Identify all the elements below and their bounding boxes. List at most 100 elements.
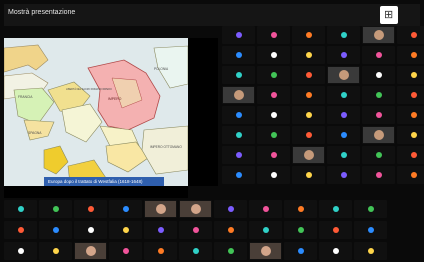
participant-tile[interactable] — [319, 221, 352, 239]
participant-tile[interactable] — [39, 221, 72, 239]
participant-tile[interactable] — [354, 200, 387, 218]
participant-tile[interactable] — [109, 200, 142, 218]
avatar-circle — [410, 112, 417, 118]
map-label-4: LIBERTÀ DEL SACRO ROMANO IMPERO — [66, 88, 112, 91]
participant-tile[interactable] — [397, 106, 424, 124]
participant-tile[interactable] — [222, 26, 255, 44]
participant-face — [234, 90, 244, 100]
participant-tile[interactable] — [222, 86, 255, 104]
participant-tile[interactable] — [354, 242, 387, 260]
participant-tile[interactable] — [179, 200, 212, 218]
participant-tile[interactable] — [179, 242, 212, 260]
shared-screen[interactable]: FRANCIA SPAGNA IMPERO POLONIA LIBERTÀ DE… — [4, 38, 188, 186]
participant-tile[interactable] — [292, 126, 325, 144]
participant-tile[interactable] — [292, 106, 325, 124]
participant-tile[interactable] — [257, 46, 290, 64]
participant-tile[interactable] — [74, 221, 107, 239]
participant-tile[interactable] — [327, 126, 360, 144]
participant-video — [75, 243, 106, 259]
participant-tile[interactable] — [319, 200, 352, 218]
participant-tile[interactable] — [327, 86, 360, 104]
participant-tile[interactable] — [4, 242, 37, 260]
participant-tile[interactable] — [362, 126, 395, 144]
participant-tile[interactable] — [319, 242, 352, 260]
participant-tile[interactable] — [144, 221, 177, 239]
participant-tile[interactable] — [292, 166, 325, 184]
participant-tile[interactable] — [39, 242, 72, 260]
participant-tile[interactable] — [214, 242, 247, 260]
participant-tile[interactable] — [144, 200, 177, 218]
participant-tile[interactable] — [397, 26, 424, 44]
avatar-circle — [270, 172, 277, 178]
avatar-circle — [367, 248, 374, 254]
participant-tile[interactable] — [179, 221, 212, 239]
participant-tile[interactable] — [284, 200, 317, 218]
avatar-circle — [235, 152, 242, 158]
participant-tile[interactable] — [327, 166, 360, 184]
participant-tile[interactable] — [257, 106, 290, 124]
participant-tile[interactable] — [109, 242, 142, 260]
participant-tile[interactable] — [362, 146, 395, 164]
participant-tile[interactable] — [327, 106, 360, 124]
avatar-circle — [227, 227, 234, 233]
avatar-circle — [270, 112, 277, 118]
avatar-circle — [305, 92, 312, 98]
participant-tile[interactable] — [214, 200, 247, 218]
participant-tile[interactable] — [284, 221, 317, 239]
participant-tile[interactable] — [292, 46, 325, 64]
participant-tile[interactable] — [257, 166, 290, 184]
participant-tile[interactable] — [222, 66, 255, 84]
participant-tile[interactable] — [292, 26, 325, 44]
participant-tile[interactable] — [222, 106, 255, 124]
participant-tile[interactable] — [362, 26, 395, 44]
participant-tile[interactable] — [4, 200, 37, 218]
participant-tile[interactable] — [249, 221, 282, 239]
participant-tile[interactable] — [397, 46, 424, 64]
participant-tile[interactable] — [249, 242, 282, 260]
participant-tile[interactable] — [397, 146, 424, 164]
participant-tile[interactable] — [397, 66, 424, 84]
participant-tile[interactable] — [354, 221, 387, 239]
participant-tile[interactable] — [362, 86, 395, 104]
participant-tile[interactable] — [144, 242, 177, 260]
participant-tile[interactable] — [327, 26, 360, 44]
participant-tile[interactable] — [284, 242, 317, 260]
participant-tile[interactable] — [327, 66, 360, 84]
participant-tile[interactable] — [39, 200, 72, 218]
participant-tile[interactable] — [327, 46, 360, 64]
participant-tile[interactable] — [292, 146, 325, 164]
participant-tile[interactable] — [257, 146, 290, 164]
participant-video — [363, 27, 394, 43]
participant-tile[interactable] — [362, 66, 395, 84]
participant-tile[interactable] — [397, 166, 424, 184]
top-bar: Mostrà presentazione ⊞ — [4, 4, 420, 26]
map-caption: Europa dopo il trattato di Westfalia (16… — [44, 177, 164, 186]
grid-view-button[interactable]: ⊞ — [380, 6, 398, 24]
map-label-5: IMPERO OTTOMANO — [150, 145, 182, 149]
participant-tile[interactable] — [292, 86, 325, 104]
participant-tile[interactable] — [4, 221, 37, 239]
participant-video — [223, 87, 254, 103]
participant-tile[interactable] — [74, 242, 107, 260]
participant-tile[interactable] — [222, 126, 255, 144]
avatar-circle — [340, 152, 347, 158]
participant-tile[interactable] — [257, 126, 290, 144]
participant-tile[interactable] — [257, 66, 290, 84]
participant-tile[interactable] — [222, 146, 255, 164]
participant-tile[interactable] — [222, 46, 255, 64]
participant-tile[interactable] — [362, 106, 395, 124]
participant-tile[interactable] — [362, 46, 395, 64]
avatar-circle — [297, 227, 304, 233]
participant-tile[interactable] — [362, 166, 395, 184]
participant-tile[interactable] — [74, 200, 107, 218]
participant-tile[interactable] — [109, 221, 142, 239]
participant-tile[interactable] — [397, 86, 424, 104]
participant-tile[interactable] — [249, 200, 282, 218]
participant-tile[interactable] — [397, 126, 424, 144]
participant-tile[interactable] — [292, 66, 325, 84]
participant-tile[interactable] — [214, 221, 247, 239]
participant-tile[interactable] — [257, 26, 290, 44]
participant-tile[interactable] — [257, 86, 290, 104]
participant-tile[interactable] — [327, 146, 360, 164]
participant-tile[interactable] — [222, 166, 255, 184]
